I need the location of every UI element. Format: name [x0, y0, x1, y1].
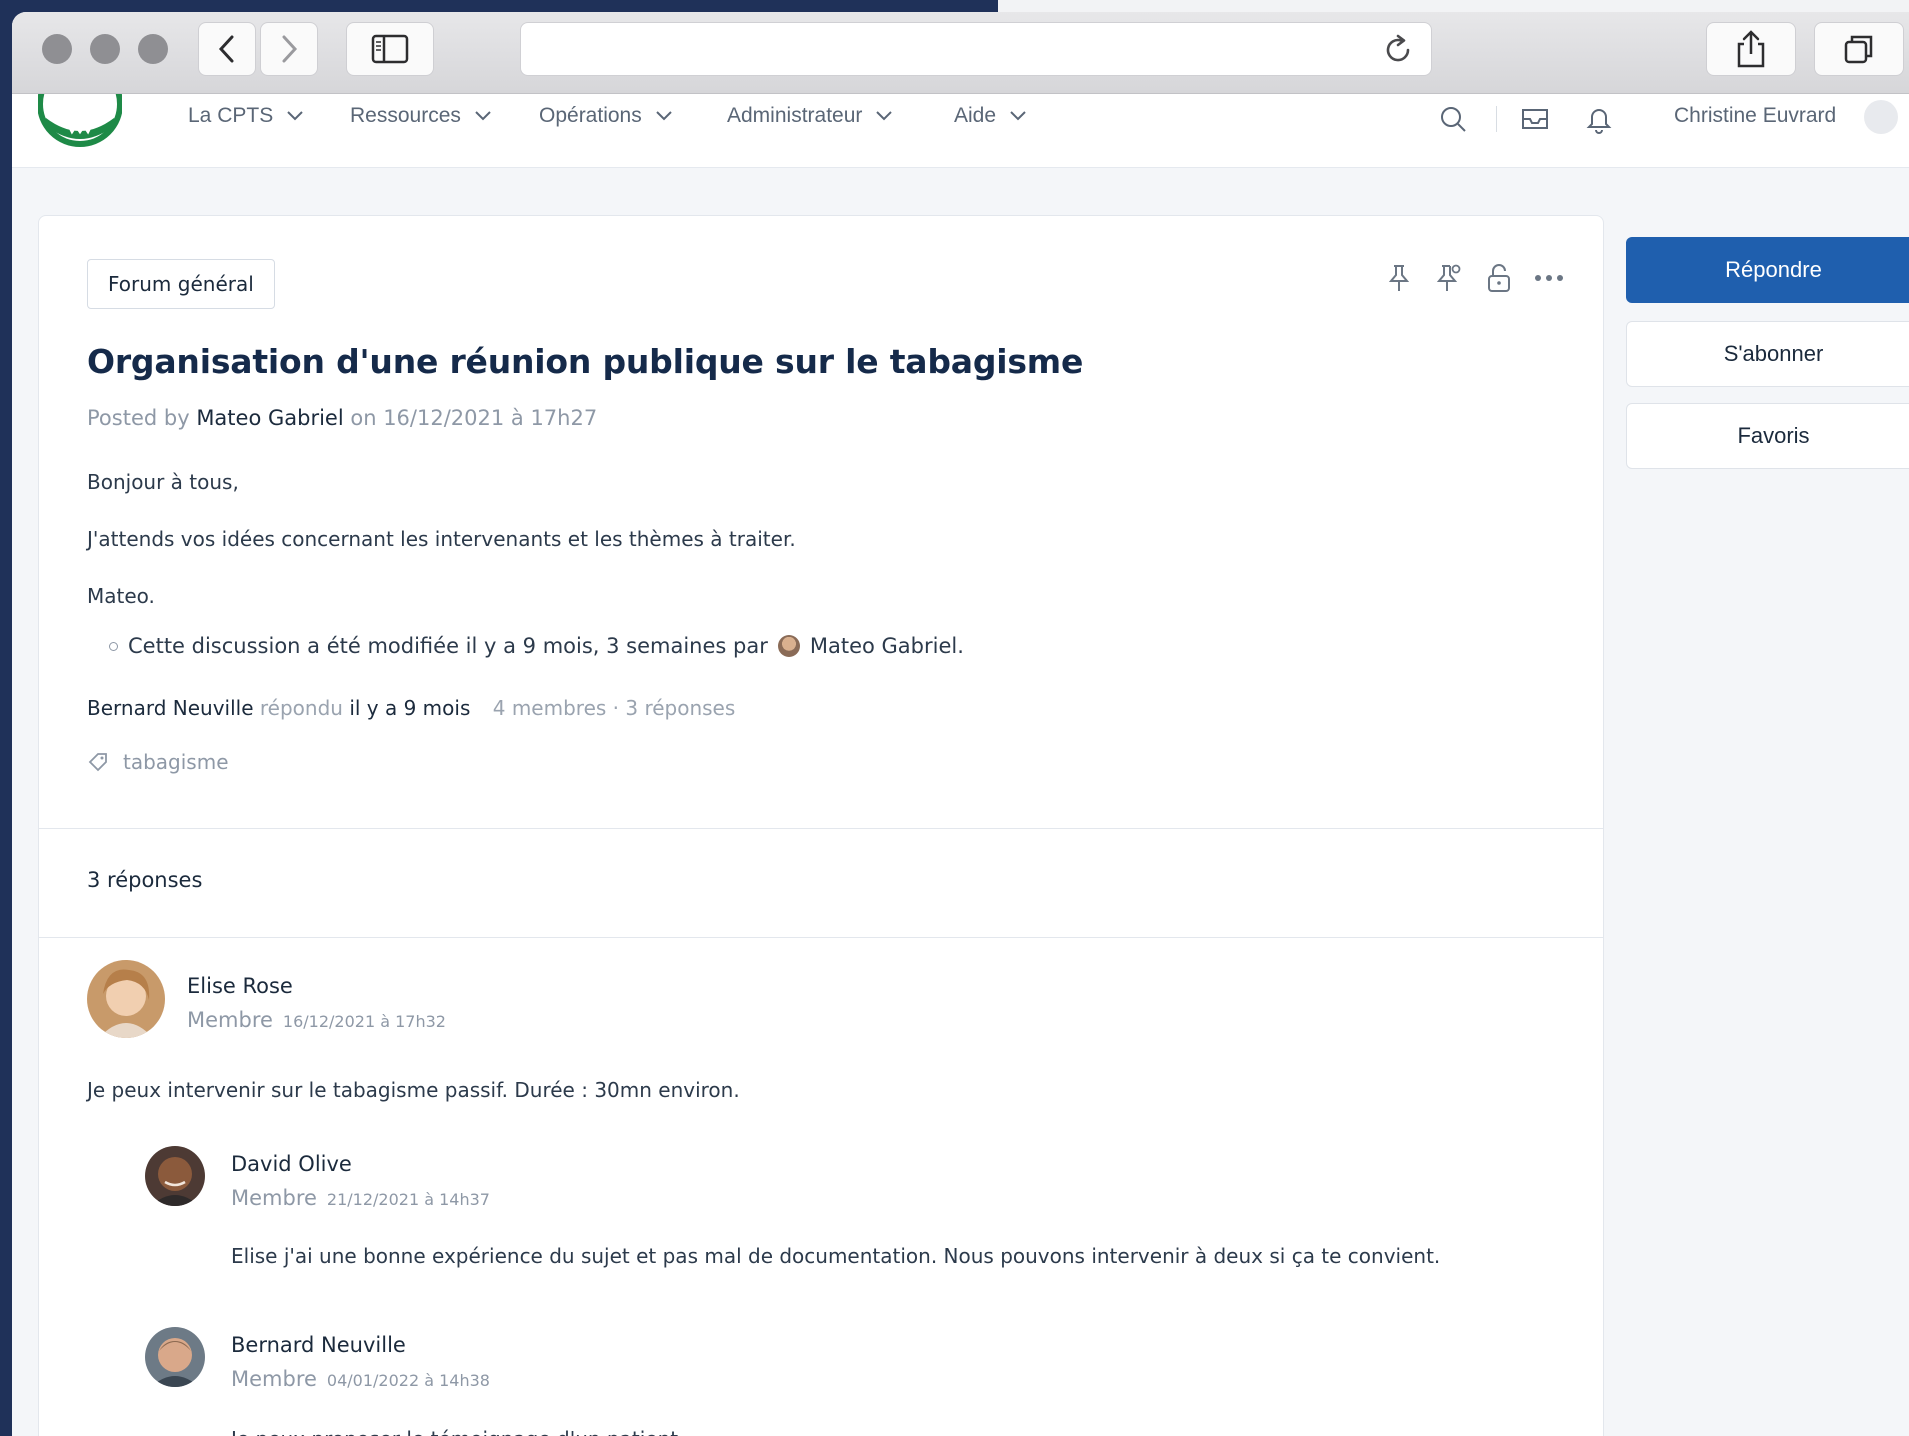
comment-item: Bernard Neuville Membre 04/01/2022 à 14h3…	[145, 1327, 1545, 1436]
share-button[interactable]	[1706, 22, 1796, 76]
nav-label: Opérations	[539, 104, 642, 127]
post-meta: Posted by Mateo Gabriel on 16/12/2021 à …	[87, 406, 597, 430]
logo-icon	[38, 94, 122, 147]
comment-date: 21/12/2021 à 14h37	[326, 1190, 490, 1209]
user-avatar[interactable]	[1864, 100, 1898, 134]
nav-aide[interactable]: Aide	[954, 104, 1026, 128]
reply-button[interactable]: Répondre	[1626, 237, 1909, 303]
section-divider	[39, 937, 1603, 938]
post-date: on 16/12/2021 à 17h27	[350, 406, 598, 430]
comment-item: Elise Rose Membre 16/12/2021 à 17h32 Je p…	[87, 960, 1487, 1102]
zoom-window-button[interactable]	[138, 34, 168, 64]
app-header: La CPTS Ressources Opérations Administra…	[12, 94, 1909, 168]
post-actions	[1383, 262, 1565, 294]
comment-role-label: Membre	[231, 1186, 317, 1210]
unpin-icon[interactable]	[1433, 262, 1465, 294]
last-reply-info: Bernard Neuville répondu il y a 9 mois 4…	[87, 696, 735, 720]
lock-icon[interactable]	[1483, 262, 1515, 294]
close-window-button[interactable]	[42, 34, 72, 64]
inbox-icon[interactable]	[1520, 104, 1550, 134]
avatar[interactable]	[145, 1146, 205, 1206]
replies-count: 3 réponses	[87, 868, 203, 892]
tabs-icon	[1844, 35, 1873, 64]
discussion-card: Forum général Organisation d'une réunion…	[38, 215, 1604, 1436]
tag-icon	[88, 753, 107, 772]
edited-text: Cette discussion a été modifiée il y a 9…	[128, 634, 768, 658]
last-reply-time: il y a 9 mois	[349, 696, 471, 720]
comment-role-label: Membre	[231, 1367, 317, 1391]
chevron-right-icon	[282, 35, 298, 63]
nav-label: Administrateur	[727, 104, 863, 127]
comment-date: 04/01/2022 à 14h38	[326, 1371, 490, 1390]
nav-label: Aide	[954, 104, 997, 127]
favorites-button[interactable]: Favoris	[1626, 403, 1909, 469]
edited-by-link[interactable]: Mateo Gabriel.	[810, 634, 964, 658]
nav-administrateur[interactable]: Administrateur	[727, 104, 893, 128]
tag-label: tabagisme	[123, 750, 229, 774]
discussion-title: Organisation d'une réunion publique sur …	[87, 342, 1084, 381]
bell-icon[interactable]	[1584, 104, 1614, 134]
user-name[interactable]: Christine Euvrard	[1674, 104, 1836, 128]
post-body-line: Mateo.	[87, 584, 155, 608]
chevron-down-icon	[1010, 111, 1026, 121]
comment-text: Je peux intervenir sur le tabagisme pass…	[87, 1078, 740, 1102]
post-body-line: Bonjour à tous,	[87, 470, 239, 494]
comment-date: 16/12/2021 à 17h32	[282, 1012, 446, 1031]
section-divider	[39, 828, 1603, 829]
nav-ressources[interactable]: Ressources	[350, 104, 491, 128]
discussion-stats: 4 membres · 3 réponses	[492, 696, 736, 720]
comment-role-label: Membre	[187, 1008, 273, 1032]
pin-icon[interactable]	[1383, 262, 1415, 294]
forum-badge[interactable]: Forum général	[87, 259, 275, 309]
comment-text: Elise j'ai une bonne expérience du sujet…	[231, 1244, 1441, 1268]
more-options-icon[interactable]	[1533, 262, 1565, 294]
comment-role: Membre 04/01/2022 à 14h38	[231, 1367, 490, 1391]
reload-icon[interactable]	[1381, 33, 1415, 67]
chevron-down-icon	[656, 111, 672, 121]
cpts-logo[interactable]	[38, 94, 122, 150]
browser-window: La CPTS Ressources Opérations Administra…	[12, 12, 1909, 1436]
last-reply-verb: répondu	[259, 696, 343, 720]
avatar[interactable]	[87, 960, 165, 1038]
back-button[interactable]	[198, 22, 256, 76]
last-reply-author-link[interactable]: Bernard Neuville	[87, 696, 254, 720]
forward-button[interactable]	[260, 22, 318, 76]
nav-operations[interactable]: Opérations	[539, 104, 672, 128]
desktop-strip	[998, 0, 1909, 12]
topic-tag[interactable]: tabagisme	[87, 750, 229, 774]
share-icon	[1737, 30, 1765, 68]
tabs-button[interactable]	[1814, 22, 1904, 76]
avatar[interactable]	[145, 1327, 205, 1387]
browser-toolbar	[12, 12, 1909, 94]
search-icon[interactable]	[1438, 104, 1468, 134]
chevron-down-icon	[475, 111, 491, 121]
comment-role: Membre 16/12/2021 à 17h32	[187, 1008, 446, 1032]
post-author-link[interactable]: Mateo Gabriel	[196, 406, 343, 430]
address-bar[interactable]	[520, 22, 1432, 76]
bullet-icon	[109, 641, 118, 651]
sidebar-icon	[371, 34, 409, 64]
comment-item: David Olive Membre 21/12/2021 à 14h37 Eli…	[145, 1146, 1545, 1276]
comment-role: Membre 21/12/2021 à 14h37	[231, 1186, 490, 1210]
header-separator	[1496, 106, 1497, 132]
subscribe-button[interactable]: S'abonner	[1626, 321, 1909, 387]
minimize-window-button[interactable]	[90, 34, 120, 64]
editor-avatar	[777, 635, 800, 657]
nav-label: La CPTS	[188, 104, 274, 127]
comment-author-link[interactable]: David Olive	[231, 1152, 352, 1176]
chevron-left-icon	[218, 35, 234, 63]
comment-text: Je peux proposer le témoignage d'un pati…	[231, 1427, 684, 1436]
chevron-down-icon	[287, 111, 303, 121]
chevron-down-icon	[876, 111, 893, 121]
comment-author-link[interactable]: Bernard Neuville	[231, 1333, 406, 1357]
post-body-line: J'attends vos idées concernant les inter…	[87, 527, 796, 551]
nav-la-cpts[interactable]: La CPTS	[188, 104, 303, 128]
sidebar-toggle-button[interactable]	[346, 22, 434, 76]
posted-by-label: Posted by	[87, 406, 190, 430]
edited-notice: Cette discussion a été modifiée il y a 9…	[109, 634, 964, 658]
comment-author-link[interactable]: Elise Rose	[187, 974, 293, 998]
nav-label: Ressources	[350, 104, 461, 127]
